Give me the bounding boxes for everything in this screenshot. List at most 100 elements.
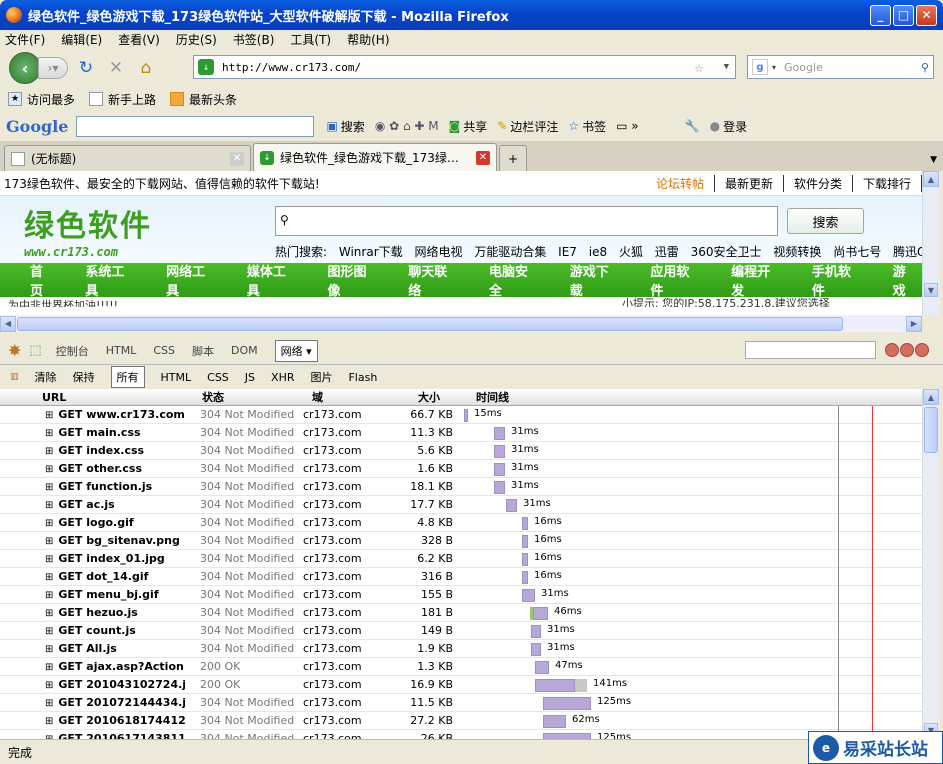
- firebug-search-input[interactable]: [745, 341, 876, 359]
- table-row[interactable]: GET dot_14.gif 304 Not Modified cr173.com 3…: [0, 568, 922, 586]
- dropdown-icon[interactable]: ▼: [724, 62, 729, 72]
- nav-system[interactable]: 系统工具: [85, 261, 136, 299]
- table-row[interactable]: GET ac.js 304 Not Modified cr173.com 17.7 K…: [0, 496, 922, 514]
- home-icon[interactable]: ⌂: [134, 56, 158, 80]
- table-row[interactable]: GET ajax.asp?Action= 200 OK cr173.com 1.3 K…: [0, 658, 922, 676]
- menu-file[interactable]: 文件(F): [5, 31, 45, 48]
- search-box[interactable]: g ▾ Google ⚲: [747, 55, 934, 79]
- bookmark-latest-headlines[interactable]: 最新头条: [170, 91, 237, 108]
- menu-view[interactable]: 查看(V): [118, 31, 160, 48]
- google-engine-icon[interactable]: g: [752, 59, 768, 75]
- scroll-right-icon[interactable]: ▶: [906, 315, 922, 332]
- fb-tab-css[interactable]: CSS: [153, 344, 175, 357]
- header-domain[interactable]: 域: [312, 389, 323, 405]
- close-button[interactable]: ✕: [916, 4, 937, 26]
- google-logo[interactable]: Google: [6, 117, 68, 136]
- hot-link[interactable]: Winrar下载: [339, 245, 403, 259]
- bookmarks-button[interactable]: ☆ 书签: [568, 118, 606, 135]
- hot-link[interactable]: 万能驱动合集: [474, 245, 546, 259]
- stop-icon[interactable]: ✕: [104, 56, 128, 80]
- filter-html[interactable]: HTML: [161, 371, 192, 384]
- hot-link[interactable]: 360安全卫士: [691, 245, 762, 259]
- xhr-icon[interactable]: ▥: [10, 372, 19, 382]
- sidewiki-button[interactable]: ✎ 边栏评注: [497, 118, 558, 135]
- toplink-ranking[interactable]: 下载排行: [853, 174, 922, 192]
- filter-xhr[interactable]: XHR: [271, 371, 294, 384]
- nav-home[interactable]: 首页: [30, 261, 55, 299]
- vertical-scroll-thumb[interactable]: [924, 407, 938, 453]
- nav-mobile[interactable]: 手机软件: [812, 261, 863, 299]
- scroll-left-icon[interactable]: ◀: [0, 315, 16, 332]
- tab-cr173[interactable]: ↓ 绿色软件_绿色游戏下载_173绿… ✕: [253, 143, 497, 171]
- nav-security[interactable]: 电脑安全: [489, 261, 540, 299]
- table-row[interactable]: GET other.css 304 Not Modified cr173.com 1.…: [0, 460, 922, 478]
- scroll-up-icon[interactable]: ▲: [923, 389, 939, 405]
- nav-apps[interactable]: 应用软件: [650, 261, 701, 299]
- toplink-categories[interactable]: 软件分类: [784, 174, 853, 192]
- fb-tab-html[interactable]: HTML: [106, 344, 137, 357]
- bookmark-most-visited[interactable]: ★ 访问最多: [8, 91, 75, 108]
- google-search-button[interactable]: ▣ 搜索: [326, 118, 364, 135]
- hot-link[interactable]: 尚书七号: [833, 245, 881, 259]
- net-vertical-scrollbar[interactable]: ▲ ▼: [922, 389, 939, 739]
- table-row[interactable]: GET count.js 304 Not Modified cr173.com 149…: [0, 622, 922, 640]
- fb-tab-net[interactable]: 网络 ▾: [274, 339, 318, 362]
- table-row[interactable]: GET main.css 304 Not Modified cr173.com 11.…: [0, 424, 922, 442]
- fb-minimize-icon[interactable]: [885, 343, 899, 357]
- nav-games2[interactable]: 游戏: [893, 261, 918, 299]
- table-row[interactable]: GET index.css 304 Not Modified cr173.com 5.…: [0, 442, 922, 460]
- engine-dropdown-icon[interactable]: ▾: [772, 63, 776, 72]
- menu-tools[interactable]: 工具(T): [290, 31, 331, 48]
- hot-link[interactable]: 迅雷: [655, 245, 679, 259]
- google-search-input[interactable]: [76, 115, 315, 137]
- new-tab-button[interactable]: +: [499, 145, 527, 171]
- filter-persist[interactable]: 保持: [73, 369, 95, 385]
- more-button[interactable]: ▭ »: [616, 119, 639, 133]
- signin-button[interactable]: ● 登录: [710, 118, 748, 135]
- nav-games[interactable]: 游戏下载: [570, 261, 621, 299]
- tab-close-icon[interactable]: ✕: [476, 150, 490, 165]
- table-row[interactable]: GET 2010618174412.j 304 Not Modified cr173…: [0, 712, 922, 730]
- hot-link[interactable]: 网络电视: [414, 245, 462, 259]
- site-logo[interactable]: 绿色软件 www.cr173.com: [24, 201, 184, 259]
- magnifier-icon[interactable]: ⚲: [921, 61, 929, 74]
- maximize-button[interactable]: □: [893, 4, 914, 26]
- toolbar-icons[interactable]: ◉ ✿ ⌂ ✚ M: [375, 119, 439, 133]
- scroll-down-icon[interactable]: ▼: [924, 283, 938, 297]
- filter-all[interactable]: 所有: [110, 366, 145, 388]
- hot-link[interactable]: IE7: [558, 245, 577, 259]
- table-row[interactable]: GET www.cr173.com 304 Not Modified cr173.c…: [0, 406, 922, 424]
- table-row[interactable]: GET 201072144434.jp 304 Not Modified cr173…: [0, 694, 922, 712]
- fb-detach-icon[interactable]: [900, 343, 914, 357]
- fb-tab-console[interactable]: 控制台: [56, 343, 89, 359]
- nav-media[interactable]: 媒体工具: [247, 261, 298, 299]
- table-row[interactable]: GET 2010617143811.j 304 Not Modified cr173…: [0, 730, 922, 739]
- table-row[interactable]: GET hezuo.js 304 Not Modified cr173.com 181…: [0, 604, 922, 622]
- hot-link[interactable]: 火狐: [619, 245, 643, 259]
- tab-list-icon[interactable]: ▼: [930, 155, 937, 165]
- filter-js[interactable]: JS: [245, 371, 255, 384]
- horizontal-scroll-thumb[interactable]: [17, 316, 843, 331]
- share-button[interactable]: ◙ 共享: [449, 118, 488, 135]
- nav-graphics[interactable]: 图形图像: [328, 261, 379, 299]
- menu-bookmarks[interactable]: 书签(B): [233, 31, 275, 48]
- table-row[interactable]: GET 201043102724.jp 200 OK cr173.com 16.9 K…: [0, 676, 922, 694]
- header-size[interactable]: 大小: [418, 389, 440, 405]
- header-url[interactable]: URL: [42, 391, 66, 404]
- menu-history[interactable]: 历史(S): [176, 31, 217, 48]
- hot-link[interactable]: ie8: [589, 245, 607, 259]
- filter-clear[interactable]: 清除: [35, 369, 57, 385]
- table-row[interactable]: GET bg_sitenav.png 304 Not Modified cr173.…: [0, 532, 922, 550]
- forward-button[interactable]: ›▾: [38, 57, 68, 79]
- hot-link[interactable]: 腾迅QQ: [893, 245, 922, 259]
- page-horizontal-scrollbar[interactable]: ◀ ▶: [0, 315, 922, 332]
- header-status[interactable]: 状态: [202, 389, 224, 405]
- url-bar[interactable]: ↓ http://www.cr173.com/ ☆ ▼: [193, 55, 736, 79]
- filter-images[interactable]: 图片: [310, 369, 332, 385]
- site-search-button[interactable]: 搜索: [787, 208, 864, 234]
- menu-edit[interactable]: 编辑(E): [61, 31, 102, 48]
- inspect-icon[interactable]: ⬚: [29, 343, 41, 358]
- page-vertical-scrollbar[interactable]: ▲ ▼: [922, 171, 939, 315]
- firebug-icon[interactable]: ✸: [8, 341, 21, 360]
- back-button[interactable]: ‹: [9, 52, 41, 84]
